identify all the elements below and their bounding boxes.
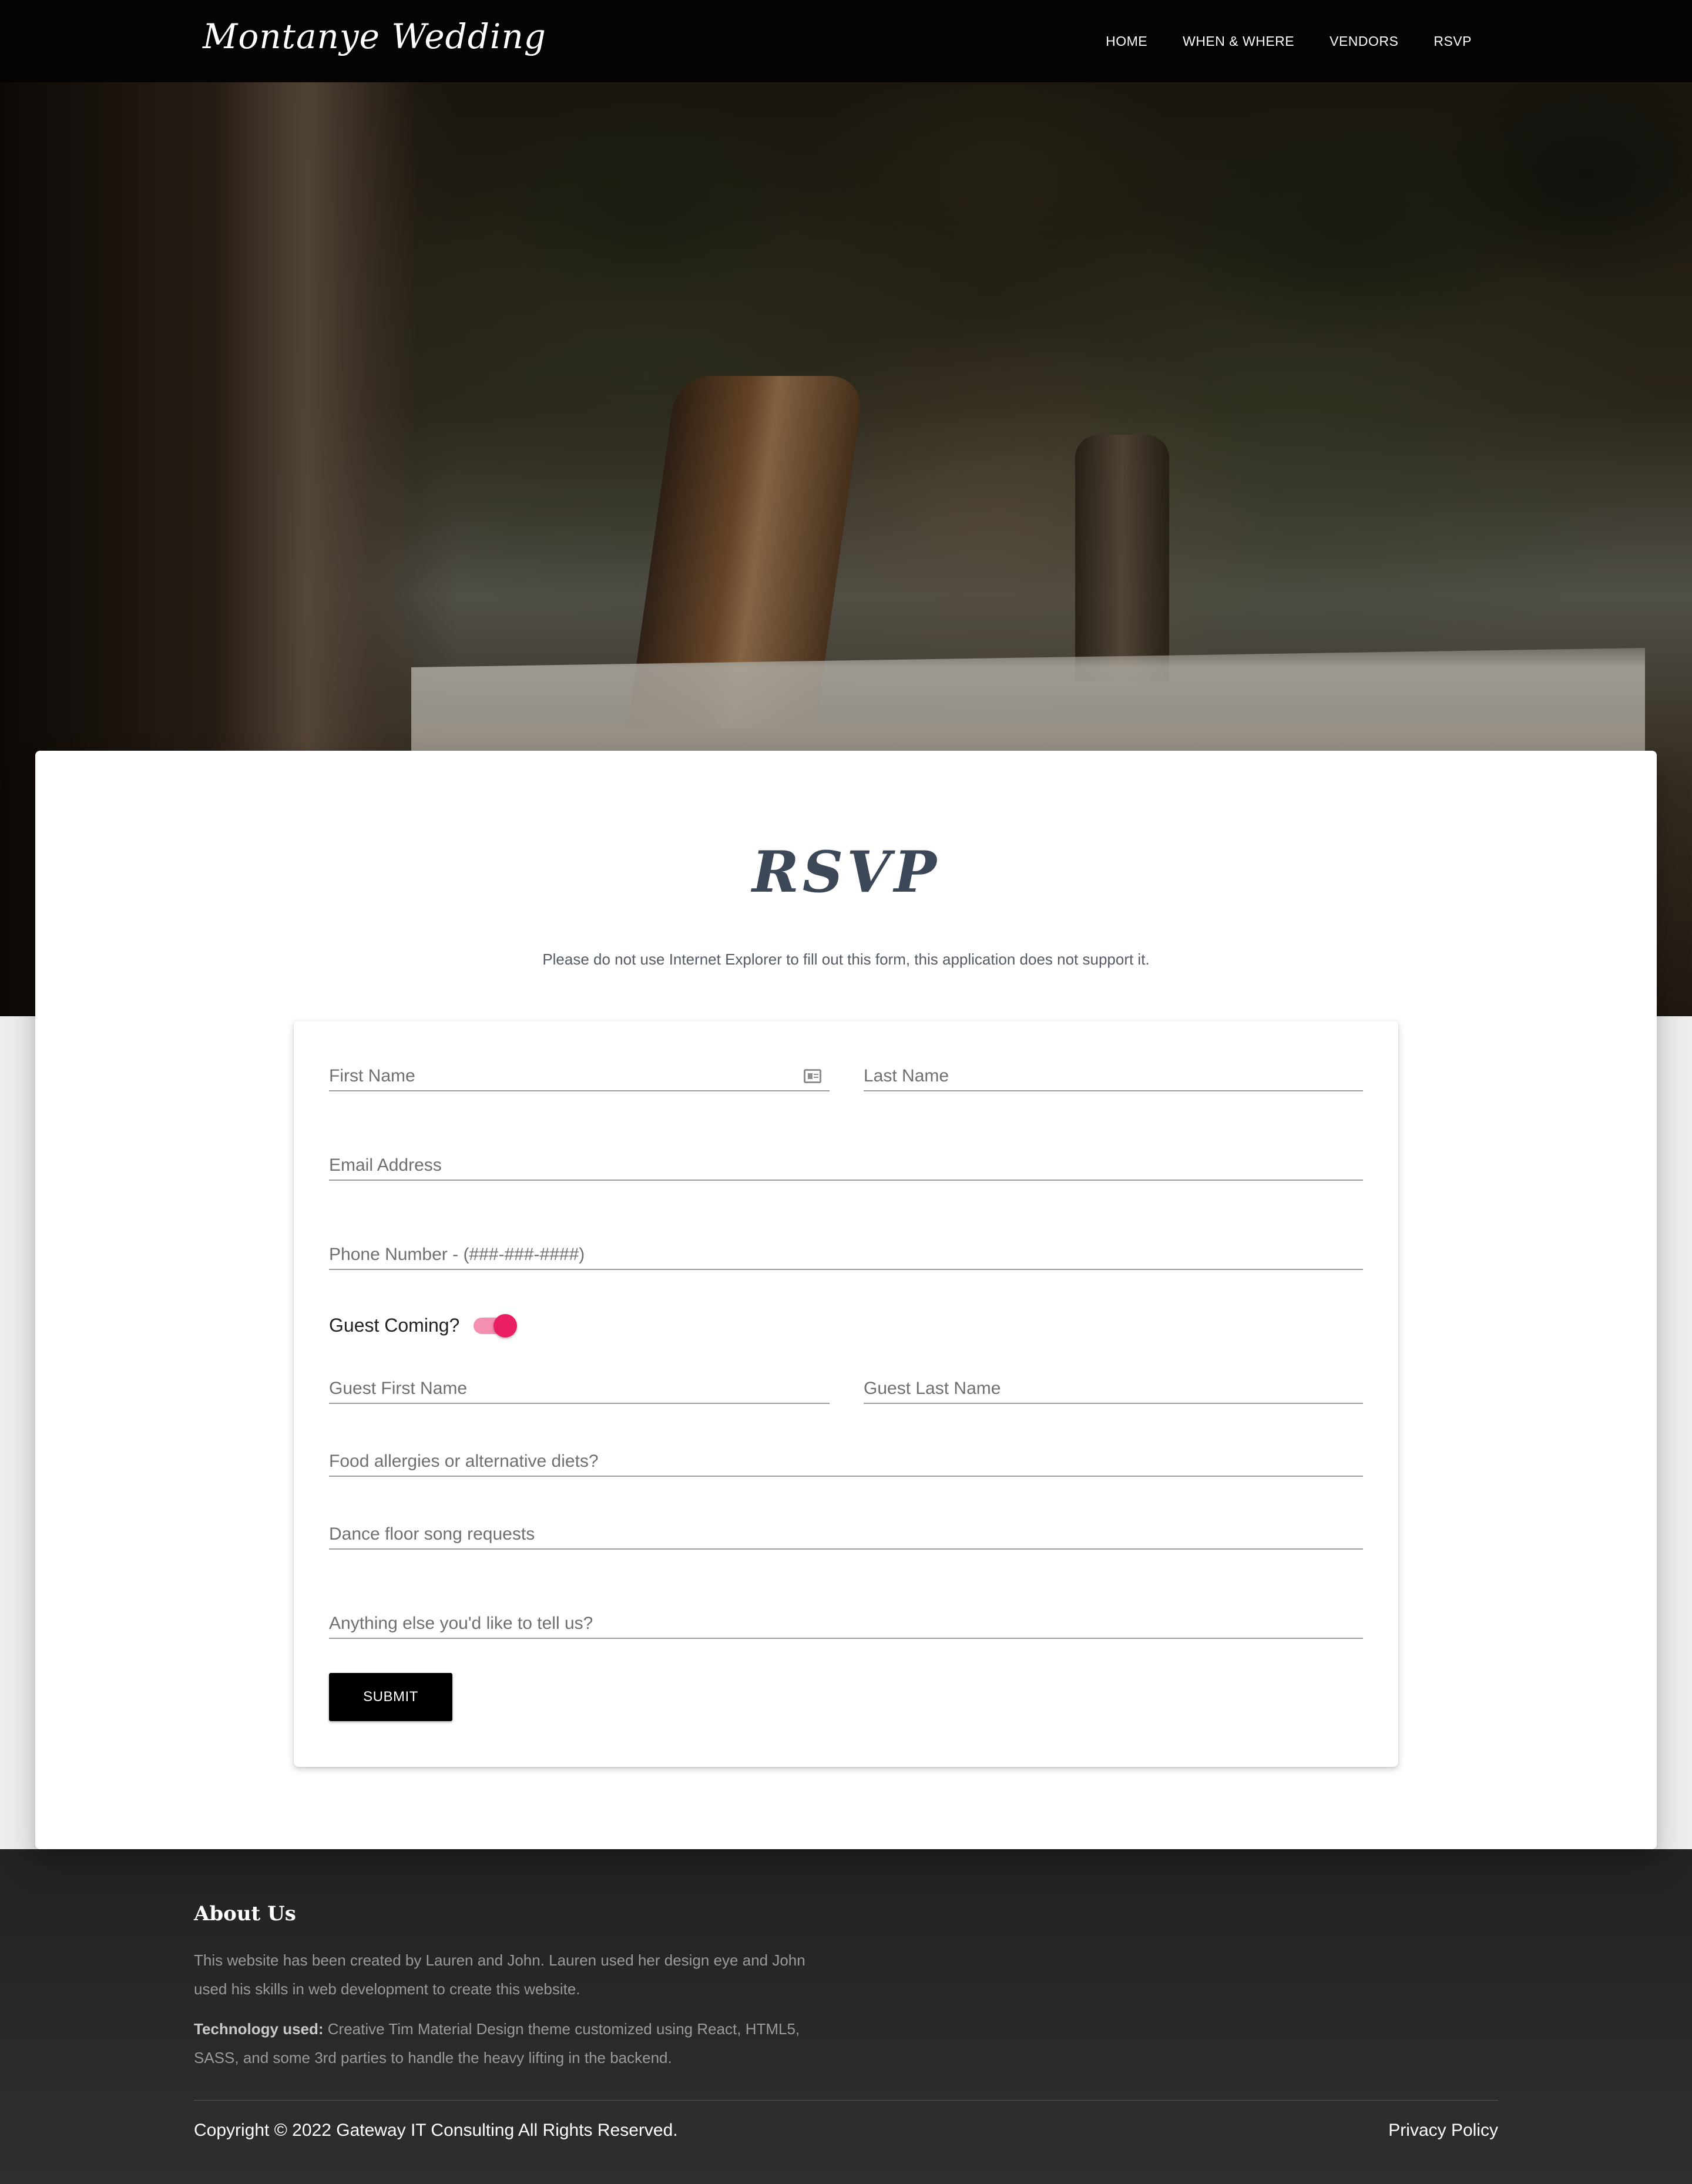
song-requests-input[interactable] <box>329 1514 1363 1548</box>
phone-field <box>329 1235 1363 1270</box>
page-title: RSVP <box>752 839 940 905</box>
browser-warning: Please do not use Internet Explorer to f… <box>542 950 1150 968</box>
tech-label: Technology used: <box>194 2020 324 2038</box>
allergies-field <box>329 1442 1363 1477</box>
privacy-policy-link[interactable]: Privacy Policy <box>1388 2121 1498 2141</box>
rsvp-section: RSVP Please do not use Internet Explorer… <box>35 751 1657 1849</box>
about-text: This website has been created by Lauren … <box>194 1951 805 1998</box>
contact-card-icon[interactable] <box>804 1069 821 1083</box>
other-comments-input[interactable] <box>329 1604 1363 1638</box>
nav-link-vendors[interactable]: VENDORS <box>1312 33 1416 49</box>
allergies-input[interactable] <box>329 1442 1363 1476</box>
tech-text: Technology used: Creative Tim Material D… <box>194 2015 840 2072</box>
nav-link-home[interactable]: HOME <box>1088 33 1165 49</box>
nav-link-rsvp[interactable]: RSVP <box>1416 33 1489 49</box>
first-name-field <box>329 1056 830 1091</box>
navbar: Montanye Wedding HOME WHEN & WHERE VENDO… <box>0 0 1692 82</box>
email-field <box>329 1145 1363 1181</box>
brand-logo[interactable]: Montanye Wedding <box>203 16 546 56</box>
guest-toggle-row: Guest Coming? <box>329 1313 518 1338</box>
footer-divider <box>194 2100 1498 2101</box>
copyright: Copyright © 2022 Gateway IT Consulting A… <box>194 2121 678 2140</box>
guest-toggle-switch[interactable] <box>474 1313 518 1338</box>
guest-last-name-input[interactable] <box>864 1369 1363 1403</box>
guest-first-name-field <box>329 1369 830 1404</box>
about-title: About Us <box>194 1902 296 1926</box>
first-name-input[interactable] <box>329 1056 830 1090</box>
footer: About Us This website has been created b… <box>0 1849 1692 2184</box>
last-name-input[interactable] <box>864 1056 1363 1090</box>
other-field <box>329 1604 1363 1639</box>
phone-input[interactable] <box>329 1235 1363 1269</box>
nav-link-when-where[interactable]: WHEN & WHERE <box>1165 33 1312 49</box>
toggle-thumb <box>494 1313 518 1338</box>
last-name-field <box>864 1056 1363 1091</box>
guest-first-name-input[interactable] <box>329 1369 830 1403</box>
songs-field <box>329 1514 1363 1550</box>
submit-button[interactable]: SUBMIT <box>329 1673 452 1721</box>
email-input[interactable] <box>329 1145 1363 1180</box>
guest-toggle-label: Guest Coming? <box>329 1315 460 1336</box>
nav-links: HOME WHEN & WHERE VENDORS RSVP <box>1088 0 1489 82</box>
rsvp-form: Guest Coming? SUBMIT <box>294 1021 1398 1767</box>
guest-last-name-field <box>864 1369 1363 1404</box>
